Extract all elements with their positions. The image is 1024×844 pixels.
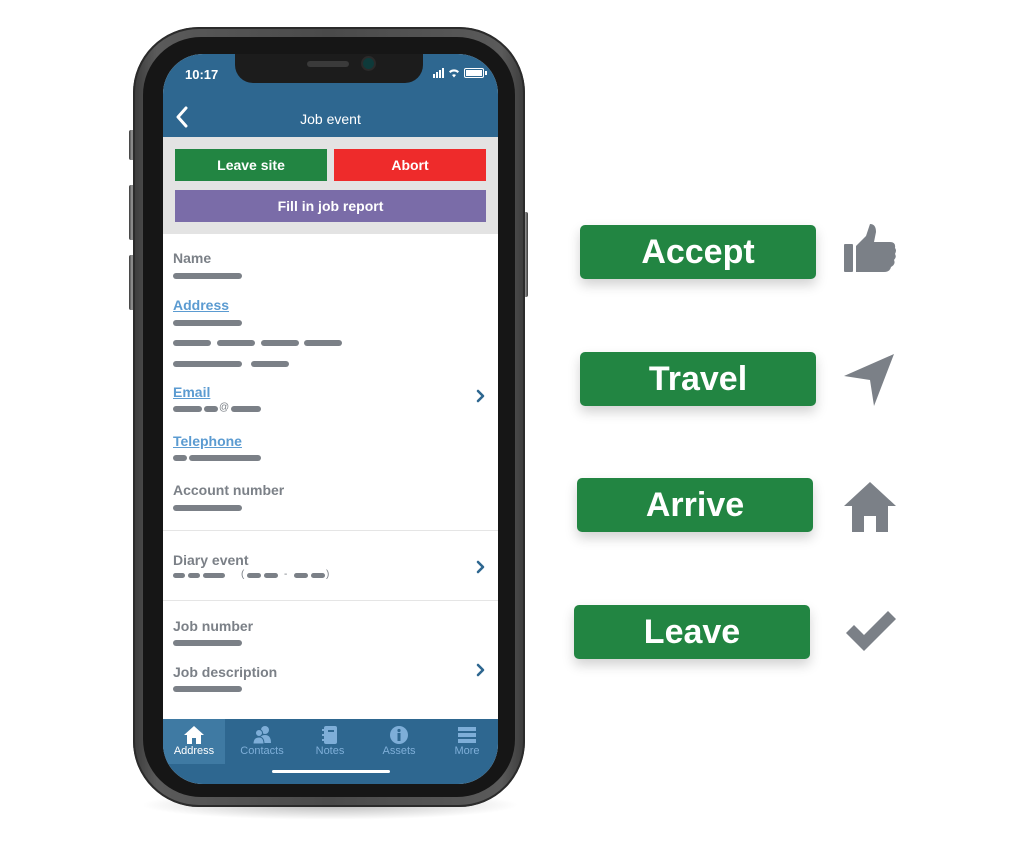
contacts-icon	[252, 726, 271, 745]
email-link[interactable]: Email	[173, 384, 210, 400]
diary-chevron-right-icon[interactable]	[476, 560, 486, 574]
diary-dash: -	[284, 569, 288, 580]
tab-address[interactable]: Address	[163, 719, 225, 764]
phone-screen: 10:17 Job event Leave site Abort Fill in…	[163, 54, 498, 784]
diary-date-redacted	[188, 573, 200, 578]
tab-more[interactable]: More	[436, 719, 498, 764]
phone-frame: 10:17 Job event Leave site Abort Fill in…	[133, 27, 525, 807]
account-number-label: Account number	[173, 482, 285, 498]
divider	[163, 530, 498, 531]
navigation-arrow-icon	[844, 354, 894, 406]
tab-assets[interactable]: Assets	[368, 719, 430, 764]
battery-icon	[464, 68, 487, 78]
status-icons	[433, 68, 487, 78]
checkmark-icon	[846, 611, 896, 651]
diary-close-paren: )	[326, 569, 330, 580]
abort-button[interactable]: Abort	[334, 149, 486, 181]
email-at-sign: @	[219, 402, 230, 413]
home-icon	[844, 482, 896, 532]
tab-notes[interactable]: Notes	[299, 719, 361, 764]
home-indicator[interactable]	[272, 770, 390, 773]
tab-label: Address	[173, 745, 215, 757]
travel-status-button[interactable]: Travel	[580, 352, 816, 406]
divider	[163, 600, 498, 601]
notebook-icon	[322, 726, 337, 744]
camera	[363, 58, 374, 69]
tab-label: Assets	[382, 745, 416, 757]
job-number-redacted	[173, 640, 242, 646]
address-line-redacted	[173, 340, 211, 346]
job-number-label: Job number	[173, 618, 254, 634]
home-icon	[184, 726, 204, 744]
tab-label: More	[454, 745, 480, 757]
telephone-value-redacted	[189, 455, 261, 461]
notch	[235, 54, 423, 83]
address-line-redacted	[173, 361, 242, 367]
email-value-redacted	[204, 406, 218, 412]
address-line-redacted	[304, 340, 342, 346]
account-number-redacted	[173, 505, 242, 511]
wifi-icon	[449, 69, 459, 78]
job-description-chevron-right-icon[interactable]	[476, 663, 486, 677]
diary-time-redacted	[294, 573, 308, 578]
diary-event-label: Diary event	[173, 552, 249, 568]
address-line-redacted	[217, 340, 255, 346]
diary-date-redacted	[173, 573, 185, 578]
job-details: Name Address Email @ Telephone Account n	[163, 234, 498, 719]
email-chevron-right-icon[interactable]	[476, 389, 486, 403]
signal-icon	[433, 68, 444, 78]
status-time: 10:17	[185, 67, 219, 82]
diary-open-paren: (	[241, 569, 245, 580]
accept-status-button[interactable]: Accept	[580, 225, 816, 279]
tab-label: Notes	[315, 745, 345, 757]
email-value-redacted	[231, 406, 261, 412]
address-line-redacted	[261, 340, 299, 346]
thumbs-up-icon	[844, 224, 896, 272]
diary-date-redacted	[203, 573, 225, 578]
menu-icon	[458, 727, 476, 743]
address-line-redacted	[251, 361, 289, 367]
tab-contacts[interactable]: Contacts	[231, 719, 293, 764]
leave-site-button[interactable]: Leave site	[175, 149, 327, 181]
info-icon	[390, 726, 408, 744]
diary-time-redacted	[311, 573, 325, 578]
speaker	[307, 61, 349, 67]
address-link[interactable]: Address	[173, 297, 229, 313]
diary-time-redacted	[247, 573, 261, 578]
telephone-value-redacted	[173, 455, 187, 461]
bottom-tab-bar: Address Contacts Notes Assets More	[163, 719, 498, 784]
job-description-redacted	[173, 686, 242, 692]
app-header: 10:17 Job event	[163, 54, 498, 137]
telephone-link[interactable]: Telephone	[173, 433, 242, 449]
leave-status-button[interactable]: Leave	[574, 605, 810, 659]
address-line-redacted	[173, 320, 242, 326]
page-title: Job event	[300, 111, 361, 127]
action-area: Leave site Abort Fill in job report	[163, 137, 498, 234]
name-value-redacted	[173, 273, 242, 279]
tab-label: Contacts	[240, 745, 284, 757]
fill-job-report-button[interactable]: Fill in job report	[175, 190, 486, 222]
email-value-redacted	[173, 406, 202, 412]
diary-time-redacted	[264, 573, 278, 578]
name-label: Name	[173, 250, 212, 266]
arrive-status-button[interactable]: Arrive	[577, 478, 813, 532]
job-description-label: Job description	[173, 664, 278, 680]
